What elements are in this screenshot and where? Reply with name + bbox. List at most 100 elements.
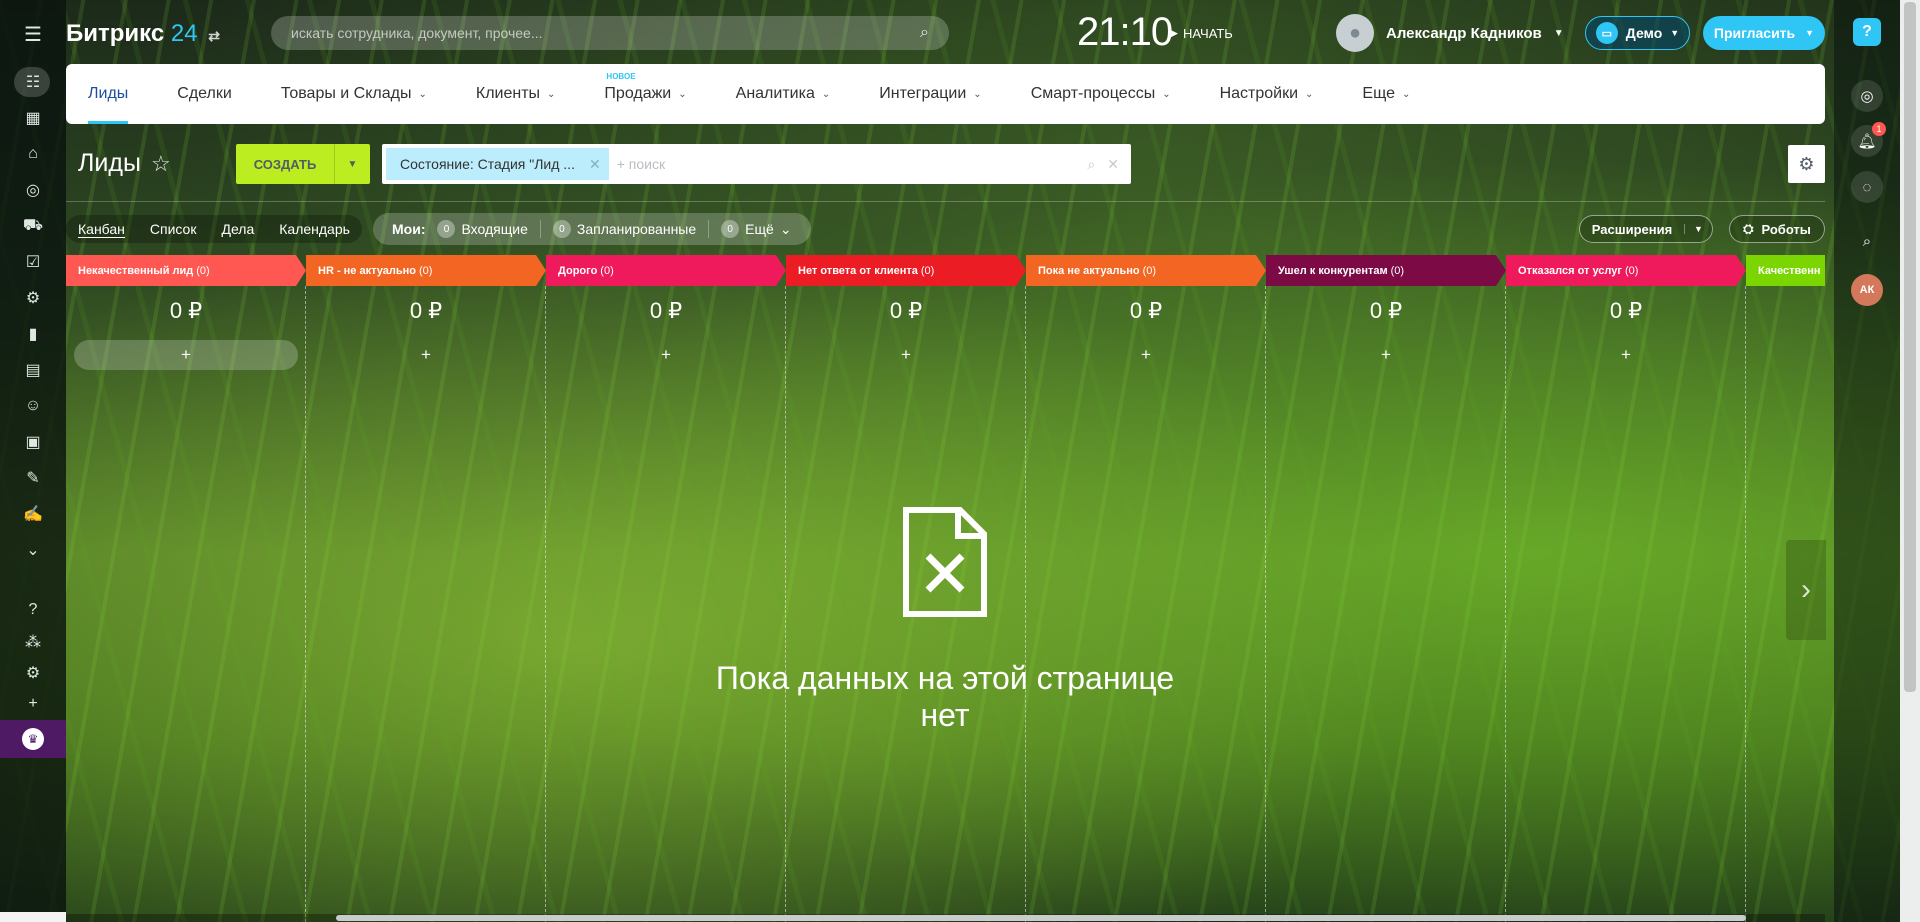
tab-label: Сделки <box>177 85 232 102</box>
tab-8[interactable]: Настройки ⌄ <box>1220 64 1314 124</box>
scroll-right-arrow[interactable]: › <box>1786 540 1826 640</box>
menu-burger-icon[interactable]: ☰ <box>17 22 49 46</box>
close-icon[interactable]: ✕ <box>589 156 601 173</box>
settings-gear-icon[interactable]: ⚙ <box>17 661 49 685</box>
view-tab-3[interactable]: Календарь <box>279 221 350 237</box>
tab-0[interactable]: Лиды <box>88 64 129 124</box>
more-down-icon[interactable]: ⌄ <box>17 538 49 562</box>
search-icon[interactable]: ⌕ <box>1851 225 1883 257</box>
star-icon[interactable]: ☆ <box>151 151 171 177</box>
search-icon[interactable]: ⌕ <box>1087 156 1095 173</box>
plus-icon[interactable]: + <box>17 692 49 716</box>
clear-icon[interactable]: ✕ <box>1107 156 1119 173</box>
structure-icon[interactable]: ⁂ <box>17 630 49 654</box>
horizontal-scrollbar[interactable] <box>66 914 1825 922</box>
demo-button[interactable]: ▭ Демо ▼ <box>1585 16 1690 50</box>
tab-7[interactable]: Смарт-процессы ⌄ <box>1031 64 1171 124</box>
tab-label: Товары и Склады <box>280 85 412 102</box>
copilot-icon[interactable]: ◎ <box>1851 80 1883 112</box>
filter-icon[interactable]: ☷ <box>17 70 49 94</box>
add-lead-button[interactable]: + <box>74 340 298 370</box>
empty-state-text: Пока данных на этой странице нет <box>715 660 1175 733</box>
vertical-scrollbar[interactable] <box>1900 0 1920 922</box>
tasks-icon[interactable]: ☑ <box>17 250 49 274</box>
column-header[interactable]: Дорого (0) <box>546 255 786 286</box>
calendar-icon[interactable]: ▦ <box>17 106 49 130</box>
view-tab-2[interactable]: Дела <box>221 221 254 237</box>
chevron-down-icon: ⌄ <box>779 220 792 237</box>
bot-icon[interactable]: ☺ <box>17 394 49 418</box>
column-header[interactable]: Качественн <box>1746 255 1825 286</box>
column-header[interactable]: Пока не актуально (0) <box>1026 255 1266 286</box>
column-title: HR - не актуально <box>318 264 416 277</box>
help-button[interactable]: ? <box>1853 18 1881 46</box>
help-circle-icon[interactable]: ? <box>17 598 49 622</box>
column-count: (0) <box>1142 264 1157 277</box>
user-avatar[interactable]: АК <box>1851 274 1883 306</box>
scrollbar-thumb[interactable] <box>1904 2 1916 692</box>
signature-icon[interactable]: ✍ <box>17 502 49 526</box>
chevron-down-icon[interactable]: ▼ <box>1684 224 1712 234</box>
column-header[interactable]: Некачественный лид (0) <box>66 255 306 286</box>
document-edit-icon[interactable]: ✎ <box>17 466 49 490</box>
crown-button[interactable]: ♛ <box>0 720 66 758</box>
invite-button[interactable]: Пригласить ▼ <box>1703 16 1825 50</box>
tab-5[interactable]: Аналитика ⌄ <box>736 64 831 124</box>
add-lead-button[interactable]: + <box>1514 340 1738 370</box>
add-lead-button[interactable]: + <box>314 340 538 370</box>
column-header[interactable]: Отказался от услуг (0) <box>1506 255 1746 286</box>
tab-label: Продажи <box>604 85 672 102</box>
counter-item-2[interactable]: 0 Ещё ⌄ <box>721 220 792 238</box>
tab-9[interactable]: Еще ⌄ <box>1362 64 1410 124</box>
add-lead-button[interactable]: + <box>1274 340 1498 370</box>
tab-6[interactable]: Интеграции ⌄ <box>879 64 981 124</box>
search-icon[interactable]: ⌕ <box>920 24 929 42</box>
chevron-down-icon: ⌄ <box>1162 88 1171 100</box>
extensions-button[interactable]: Расширения ▼ <box>1579 215 1713 243</box>
chevron-down-icon: ⌄ <box>678 88 687 100</box>
contacts-icon[interactable]: ▤ <box>17 358 49 382</box>
swap-icon[interactable]: ⇄ <box>208 28 220 44</box>
column-header[interactable]: Нет ответа от клиента (0) <box>786 255 1026 286</box>
tab-4[interactable]: НОВОЕ Продажи ⌄ <box>604 64 686 124</box>
search-input[interactable] <box>291 25 921 41</box>
start-button[interactable]: ▶ НАЧАТЬ <box>1168 25 1233 41</box>
flow-icon[interactable]: ⚙ <box>17 286 49 310</box>
start-label: НАЧАТЬ <box>1183 25 1233 41</box>
filter-chip[interactable]: Состояние: Стадия "Лид ... ✕ <box>386 148 609 180</box>
view-tab-0[interactable]: Канбан <box>78 221 125 238</box>
column-count: (0) <box>418 264 433 277</box>
global-search[interactable]: ⌕ <box>271 16 949 50</box>
bank-icon[interactable]: ⌂ <box>17 142 49 166</box>
chat-icon[interactable]: ◌ <box>1851 171 1883 203</box>
box-icon[interactable]: ▣ <box>17 430 49 454</box>
filter-bar[interactable]: Состояние: Стадия "Лид ... ✕ ⌕ ✕ <box>382 144 1131 184</box>
chevron-down-icon[interactable]: ▼ <box>334 144 370 184</box>
view-tab-1[interactable]: Список <box>150 221 197 237</box>
tab-1[interactable]: Сделки <box>177 64 232 124</box>
add-lead-button[interactable]: + <box>1034 340 1258 370</box>
app-logo[interactable]: Битрикс 24 ⇄ <box>66 20 220 48</box>
chevron-down-icon: ▼ <box>1553 27 1564 39</box>
tab-3[interactable]: Клиенты ⌄ <box>476 64 556 124</box>
column-header[interactable]: HR - не актуально (0) <box>306 255 546 286</box>
user-menu[interactable]: ● Александр Кадников ▼ <box>1336 14 1564 52</box>
create-button[interactable]: СОЗДАТЬ ▼ <box>236 144 370 184</box>
cart-icon[interactable]: ⛟ <box>17 214 49 238</box>
column-sum: 0 ₽ <box>889 298 923 323</box>
tab-2[interactable]: Товары и Склады ⌄ <box>281 64 427 124</box>
filter-search-input[interactable] <box>616 156 1088 172</box>
column-header[interactable]: Ушел к конкурентам (0) <box>1266 255 1506 286</box>
add-lead-button[interactable]: + <box>554 340 778 370</box>
settings-button[interactable]: ⚙ <box>1788 145 1825 183</box>
counter-item-1[interactable]: 0 Запланированные <box>552 220 696 238</box>
robots-button[interactable]: ⛭ Роботы <box>1729 215 1825 243</box>
add-lead-button[interactable]: + <box>794 340 1018 370</box>
scrollbar-thumb[interactable] <box>336 915 1746 921</box>
bell-icon[interactable]: 🔔︎ 1 <box>1851 122 1886 157</box>
column-count: (0) <box>1390 264 1405 277</box>
analytics-icon[interactable]: ▮ <box>17 322 49 346</box>
column-sum: 0 ₽ <box>1609 298 1643 323</box>
counter-item-0[interactable]: 0 Входящие <box>437 220 528 238</box>
target-icon[interactable]: ◎ <box>17 178 49 202</box>
